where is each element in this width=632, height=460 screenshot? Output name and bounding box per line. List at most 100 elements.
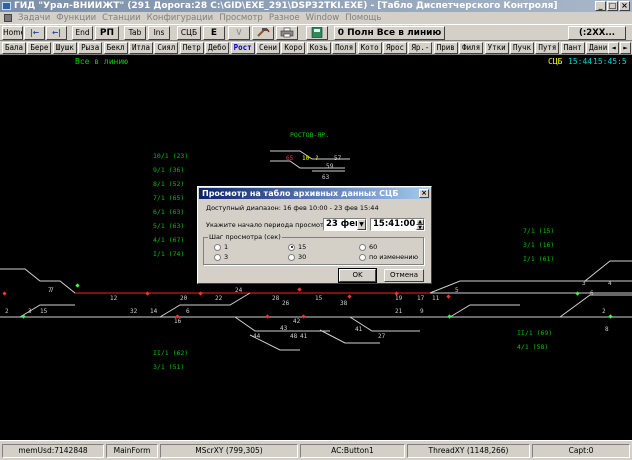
step-option-60[interactable]: 60 bbox=[359, 243, 377, 251]
chevron-down-icon[interactable]: ▼ bbox=[357, 219, 366, 230]
menu-stations[interactable]: Станции bbox=[102, 13, 141, 23]
start-period-label: Укажите начало периода просмотра: bbox=[206, 221, 335, 229]
station-tab[interactable]: Козь bbox=[306, 42, 331, 54]
ins-button[interactable]: Ins bbox=[148, 26, 170, 40]
track-label: 22 bbox=[215, 295, 223, 302]
step-option-15[interactable]: 15 bbox=[288, 243, 306, 251]
dialog-title: Просмотр на табло архивных данных СЦБ bbox=[202, 189, 399, 198]
station-tab[interactable]: Бере bbox=[27, 42, 52, 54]
step-option-on-change[interactable]: по изменению bbox=[359, 253, 418, 261]
radio-dot-selected bbox=[288, 243, 295, 251]
station-tab[interactable]: Пучк bbox=[510, 42, 534, 54]
prev-button[interactable]: ←| bbox=[46, 26, 67, 40]
station-tab[interactable]: Пант bbox=[560, 42, 585, 54]
dialog-close-button[interactable]: × bbox=[419, 189, 429, 198]
station-tab[interactable]: Утки bbox=[484, 42, 509, 54]
step-option-1[interactable]: 1 bbox=[214, 243, 228, 251]
spin-down-icon[interactable]: ▼ bbox=[416, 224, 424, 230]
track-label: 16 bbox=[174, 318, 182, 325]
station-tab[interactable]: Путя bbox=[535, 42, 560, 54]
scroll-right-icon[interactable]: ► bbox=[620, 42, 631, 54]
first-button[interactable]: |← bbox=[24, 26, 45, 40]
station-tab[interactable]: Петр bbox=[179, 42, 204, 54]
station-tab[interactable]: Кото bbox=[357, 42, 382, 54]
station-tab[interactable]: Итла bbox=[129, 42, 153, 54]
home-button[interactable]: Home bbox=[2, 26, 23, 40]
track-label: 41 bbox=[355, 326, 363, 333]
rp-button[interactable]: РП bbox=[95, 26, 119, 40]
signal-green bbox=[575, 291, 580, 296]
station-platform: 65 10 ? 57 59 63 bbox=[270, 150, 350, 181]
time-spinner[interactable]: ▲ ▼ bbox=[416, 219, 424, 230]
document-icon[interactable] bbox=[4, 14, 12, 22]
app-icon bbox=[2, 2, 11, 10]
cancel-button[interactable]: Отмена bbox=[384, 269, 424, 282]
track-label: 5 bbox=[455, 287, 459, 294]
window-title-bar[interactable]: ГИД "Урал-ВНИИЖТ" (291 Дорога:28 C:\GID\… bbox=[0, 0, 632, 12]
station-tab[interactable]: Сиял bbox=[154, 42, 179, 54]
track-label: 3 bbox=[582, 280, 586, 287]
scroll-left-icon[interactable]: ◄ bbox=[608, 42, 619, 54]
station-tab[interactable]: Бала bbox=[2, 42, 26, 54]
menu-help[interactable]: Помощь bbox=[345, 13, 381, 23]
scb-button[interactable]: СЦБ bbox=[177, 26, 201, 40]
track-label: 4/1 (58) bbox=[517, 343, 548, 351]
print-button[interactable] bbox=[276, 26, 298, 40]
station-tab[interactable]: Сени bbox=[256, 42, 280, 54]
track-label: 10/1 (23) bbox=[153, 152, 188, 160]
end-button[interactable]: End bbox=[72, 26, 93, 40]
platform-num: 59 bbox=[326, 163, 334, 170]
close-button[interactable]: × bbox=[619, 1, 630, 11]
station-tab[interactable]: Бекл bbox=[103, 42, 128, 54]
ok-button[interactable]: OK bbox=[338, 268, 377, 283]
menu-tasks[interactable]: Задачи bbox=[18, 13, 50, 23]
left-bottom-labels: II/1 (62) 3/1 (51) bbox=[153, 349, 188, 371]
station-tab[interactable]: Шушк bbox=[52, 42, 77, 54]
status-mouse-coords: MScrXY (799,305) bbox=[160, 444, 298, 458]
station-tab[interactable]: Прив bbox=[433, 42, 458, 54]
tab-button[interactable]: Tab bbox=[124, 26, 146, 40]
hammer-button[interactable] bbox=[252, 26, 274, 40]
signals bbox=[2, 283, 613, 319]
date-select[interactable]: 23 фев ▼ bbox=[323, 218, 367, 231]
mode-indicator[interactable]: 0 Полн Все в линию bbox=[334, 26, 445, 40]
track-label: I/1 (74) bbox=[153, 250, 184, 258]
menu-view[interactable]: Просмотр bbox=[219, 13, 263, 23]
menu-configurations[interactable]: Конфигурации bbox=[147, 13, 214, 23]
signal-red bbox=[446, 294, 451, 299]
station-tab[interactable]: Дани bbox=[586, 42, 611, 54]
track-label: 11 bbox=[432, 295, 440, 302]
track-label: 3/1 (51) bbox=[153, 363, 184, 371]
calculator-button[interactable] bbox=[306, 26, 328, 40]
track-label: 2 bbox=[5, 308, 9, 315]
step-option-30[interactable]: 30 bbox=[288, 253, 306, 261]
station-tab[interactable]: Филя bbox=[459, 42, 484, 54]
status-thread-coords: ThreadXY (1148,266) bbox=[407, 444, 530, 458]
menu-functions[interactable]: Функции bbox=[56, 13, 96, 23]
option-label: 3 bbox=[224, 253, 229, 261]
e-button[interactable]: E bbox=[203, 26, 225, 40]
menu-misc[interactable]: Разное bbox=[269, 13, 300, 23]
step-option-3[interactable]: 3 bbox=[214, 253, 228, 261]
station-tab[interactable]: Яр.- bbox=[408, 42, 433, 54]
radio-dot bbox=[359, 253, 366, 261]
station-tab[interactable]: Рост bbox=[230, 42, 255, 54]
station-tab[interactable]: Дебо bbox=[205, 42, 230, 54]
clock-time: 15:44 bbox=[568, 57, 592, 66]
station-tab[interactable]: Коро bbox=[281, 42, 306, 54]
signal-red bbox=[301, 314, 306, 319]
time-value: 15:41:00 bbox=[373, 219, 416, 229]
signal-green bbox=[21, 314, 26, 319]
maximize-button[interactable]: □ bbox=[607, 1, 618, 11]
v-button[interactable]: V bbox=[228, 26, 250, 40]
station-tab[interactable]: Ярос bbox=[383, 42, 407, 54]
station-tab[interactable]: Поля bbox=[332, 42, 357, 54]
menu-window[interactable]: Window bbox=[306, 13, 340, 23]
signal-red bbox=[297, 287, 302, 292]
zoom-indicator[interactable]: (:2XX... bbox=[568, 26, 626, 40]
minimize-button[interactable]: _ bbox=[595, 1, 606, 11]
station-tab[interactable]: Рыза bbox=[78, 42, 103, 54]
dialog-title-bar[interactable]: Просмотр на табло архивных данных СЦБ × bbox=[199, 188, 430, 199]
time-input[interactable]: 15:41:00 ▲ ▼ bbox=[370, 218, 425, 231]
track-label: 26 bbox=[282, 300, 290, 307]
